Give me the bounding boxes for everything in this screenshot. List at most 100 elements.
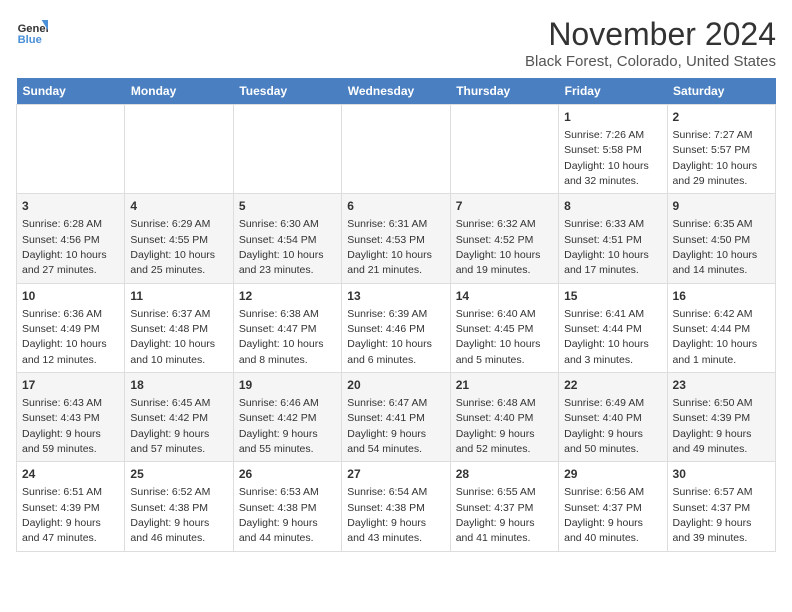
day-number: 18 (130, 377, 227, 394)
day-of-week-header: Thursday (450, 78, 558, 105)
title-area: November 2024 Black Forest, Colorado, Un… (525, 16, 776, 70)
calendar-week-row: 1 Sunrise: 7:26 AM Sunset: 5:58 PM Daylig… (17, 105, 776, 194)
day-detail: Sunrise: 6:33 AM Sunset: 4:51 PM Dayligh… (564, 218, 649, 276)
day-detail: Sunrise: 6:55 AM Sunset: 4:37 PM Dayligh… (456, 486, 536, 544)
day-detail: Sunrise: 6:38 AM Sunset: 4:47 PM Dayligh… (239, 308, 324, 366)
calendar-cell: 16 Sunrise: 6:42 AM Sunset: 4:44 PM Dayli… (667, 283, 775, 372)
calendar-cell: 1 Sunrise: 7:26 AM Sunset: 5:58 PM Daylig… (559, 105, 667, 194)
day-number: 13 (347, 288, 444, 305)
calendar-body: 1 Sunrise: 7:26 AM Sunset: 5:58 PM Daylig… (17, 105, 776, 552)
calendar-cell: 4 Sunrise: 6:29 AM Sunset: 4:55 PM Daylig… (125, 194, 233, 283)
calendar-cell: 20 Sunrise: 6:47 AM Sunset: 4:41 PM Dayli… (342, 373, 450, 462)
logo: General Blue (16, 16, 48, 48)
calendar-cell: 14 Sunrise: 6:40 AM Sunset: 4:45 PM Dayli… (450, 283, 558, 372)
day-number: 10 (22, 288, 119, 305)
header-row: SundayMondayTuesdayWednesdayThursdayFrid… (17, 78, 776, 105)
calendar-week-row: 10 Sunrise: 6:36 AM Sunset: 4:49 PM Dayli… (17, 283, 776, 372)
subtitle: Black Forest, Colorado, United States (525, 53, 776, 70)
calendar-cell: 25Sunrise: 6:52 AM Sunset: 4:38 PM Dayli… (125, 462, 233, 551)
logo-icon: General Blue (16, 16, 48, 48)
day-detail: Sunrise: 6:36 AM Sunset: 4:49 PM Dayligh… (22, 308, 107, 366)
calendar-cell: 11 Sunrise: 6:37 AM Sunset: 4:48 PM Dayli… (125, 283, 233, 372)
day-detail: Sunrise: 6:37 AM Sunset: 4:48 PM Dayligh… (130, 308, 215, 366)
day-number: 11 (130, 288, 227, 305)
day-detail: Sunrise: 7:27 AM Sunset: 5:57 PM Dayligh… (673, 129, 758, 187)
calendar-week-row: 17 Sunrise: 6:43 AM Sunset: 4:43 PM Dayli… (17, 373, 776, 462)
calendar-cell: 30 Sunrise: 6:57 AM Sunset: 4:37 PM Dayli… (667, 462, 775, 551)
calendar-cell (17, 105, 125, 194)
day-number: 16 (673, 288, 770, 305)
calendar-cell: 13 Sunrise: 6:39 AM Sunset: 4:46 PM Dayli… (342, 283, 450, 372)
day-detail: Sunrise: 6:43 AM Sunset: 4:43 PM Dayligh… (22, 397, 102, 455)
day-number: 1 (564, 109, 661, 126)
day-number: 2 (673, 109, 770, 126)
day-number: 14 (456, 288, 553, 305)
day-detail: Sunrise: 6:51 AM Sunset: 4:39 PM Dayligh… (22, 486, 102, 544)
day-number: 24 (22, 466, 119, 483)
calendar-cell (450, 105, 558, 194)
calendar-cell: 6 Sunrise: 6:31 AM Sunset: 4:53 PM Daylig… (342, 194, 450, 283)
day-number: 12 (239, 288, 336, 305)
day-detail: Sunrise: 6:28 AM Sunset: 4:56 PM Dayligh… (22, 218, 107, 276)
calendar-cell: 19 Sunrise: 6:46 AM Sunset: 4:42 PM Dayli… (233, 373, 341, 462)
calendar-cell: 26 Sunrise: 6:53 AM Sunset: 4:38 PM Dayli… (233, 462, 341, 551)
calendar-cell: 12 Sunrise: 6:38 AM Sunset: 4:47 PM Dayli… (233, 283, 341, 372)
main-title: November 2024 (525, 16, 776, 53)
calendar-cell (342, 105, 450, 194)
day-number: 30 (673, 466, 770, 483)
day-number: 27 (347, 466, 444, 483)
calendar-cell: 8Sunrise: 6:33 AM Sunset: 4:51 PM Daylig… (559, 194, 667, 283)
day-of-week-header: Saturday (667, 78, 775, 105)
day-number: 19 (239, 377, 336, 394)
day-number: 23 (673, 377, 770, 394)
day-number: 20 (347, 377, 444, 394)
day-detail: Sunrise: 6:35 AM Sunset: 4:50 PM Dayligh… (673, 218, 758, 276)
svg-text:General: General (18, 23, 48, 35)
day-detail: Sunrise: 6:42 AM Sunset: 4:44 PM Dayligh… (673, 308, 758, 366)
calendar-cell: 15 Sunrise: 6:41 AM Sunset: 4:44 PM Dayli… (559, 283, 667, 372)
day-number: 6 (347, 198, 444, 215)
day-detail: Sunrise: 6:30 AM Sunset: 4:54 PM Dayligh… (239, 218, 324, 276)
calendar-cell: 7Sunrise: 6:32 AM Sunset: 4:52 PM Daylig… (450, 194, 558, 283)
calendar-week-row: 3 Sunrise: 6:28 AM Sunset: 4:56 PM Daylig… (17, 194, 776, 283)
day-number: 21 (456, 377, 553, 394)
calendar-cell (125, 105, 233, 194)
day-number: 29 (564, 466, 661, 483)
calendar-cell: 24 Sunrise: 6:51 AM Sunset: 4:39 PM Dayli… (17, 462, 125, 551)
day-detail: Sunrise: 7:26 AM Sunset: 5:58 PM Dayligh… (564, 129, 649, 187)
day-number: 3 (22, 198, 119, 215)
calendar-cell (233, 105, 341, 194)
day-number: 17 (22, 377, 119, 394)
calendar-week-row: 24 Sunrise: 6:51 AM Sunset: 4:39 PM Dayli… (17, 462, 776, 551)
calendar-cell: 10 Sunrise: 6:36 AM Sunset: 4:49 PM Dayli… (17, 283, 125, 372)
calendar-header: SundayMondayTuesdayWednesdayThursdayFrid… (17, 78, 776, 105)
day-detail: Sunrise: 6:31 AM Sunset: 4:53 PM Dayligh… (347, 218, 432, 276)
day-detail: Sunrise: 6:29 AM Sunset: 4:55 PM Dayligh… (130, 218, 215, 276)
day-detail: Sunrise: 6:46 AM Sunset: 4:42 PM Dayligh… (239, 397, 319, 455)
day-number: 15 (564, 288, 661, 305)
day-detail: Sunrise: 6:54 AM Sunset: 4:38 PM Dayligh… (347, 486, 427, 544)
day-detail: Sunrise: 6:40 AM Sunset: 4:45 PM Dayligh… (456, 308, 541, 366)
day-detail: Sunrise: 6:53 AM Sunset: 4:38 PM Dayligh… (239, 486, 319, 544)
day-detail: Sunrise: 6:39 AM Sunset: 4:46 PM Dayligh… (347, 308, 432, 366)
calendar-cell: 17 Sunrise: 6:43 AM Sunset: 4:43 PM Dayli… (17, 373, 125, 462)
day-of-week-header: Monday (125, 78, 233, 105)
day-of-week-header: Sunday (17, 78, 125, 105)
day-number: 9 (673, 198, 770, 215)
day-detail: Sunrise: 6:47 AM Sunset: 4:41 PM Dayligh… (347, 397, 427, 455)
calendar-cell: 18 Sunrise: 6:45 AM Sunset: 4:42 PM Dayli… (125, 373, 233, 462)
day-detail: Sunrise: 6:57 AM Sunset: 4:37 PM Dayligh… (673, 486, 753, 544)
day-number: 4 (130, 198, 227, 215)
calendar-cell: 3 Sunrise: 6:28 AM Sunset: 4:56 PM Daylig… (17, 194, 125, 283)
day-detail: Sunrise: 6:48 AM Sunset: 4:40 PM Dayligh… (456, 397, 536, 455)
day-detail: Sunrise: 6:45 AM Sunset: 4:42 PM Dayligh… (130, 397, 210, 455)
page-header: General Blue November 2024 Black Forest,… (16, 16, 776, 70)
day-detail: Sunrise: 6:49 AM Sunset: 4:40 PM Dayligh… (564, 397, 644, 455)
calendar-cell: 22Sunrise: 6:49 AM Sunset: 4:40 PM Dayli… (559, 373, 667, 462)
calendar-cell: 9 Sunrise: 6:35 AM Sunset: 4:50 PM Daylig… (667, 194, 775, 283)
day-of-week-header: Wednesday (342, 78, 450, 105)
day-detail: Sunrise: 6:41 AM Sunset: 4:44 PM Dayligh… (564, 308, 649, 366)
day-of-week-header: Friday (559, 78, 667, 105)
day-number: 26 (239, 466, 336, 483)
day-number: 28 (456, 466, 553, 483)
